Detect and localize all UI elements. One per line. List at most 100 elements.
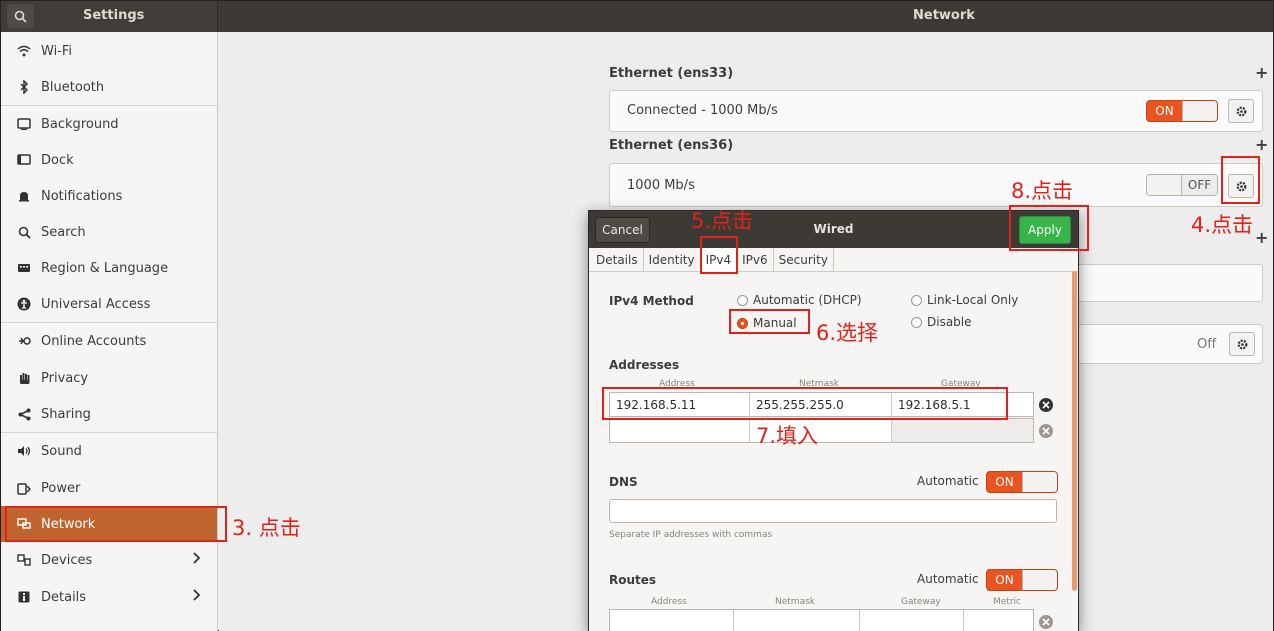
gear-icon [1237, 339, 1247, 349]
route-address-input[interactable] [610, 610, 734, 631]
gateway-input-empty[interactable] [892, 419, 1033, 442]
ens33-toggle[interactable]: ON [1146, 100, 1218, 122]
method-disable-radio[interactable]: Disable [911, 315, 972, 329]
close-icon [1042, 618, 1050, 626]
sidebar-item-sharing[interactable]: Sharing [1, 396, 217, 432]
tab-ipv6[interactable]: IPv6 [737, 248, 774, 272]
ipv4-method-label: IPv4 Method [609, 294, 694, 308]
bluetooth-icon [15, 79, 33, 95]
annotation-step-8: 8.点击 [1011, 179, 1074, 203]
sidebar-item-label: Power [41, 480, 81, 496]
dns-hint: Separate IP addresses with commas [609, 530, 773, 540]
route-metric-input[interactable] [964, 610, 1033, 631]
radio-label: Link-Local Only [927, 293, 1019, 307]
dialog-scrollbar[interactable] [1072, 271, 1077, 591]
sidebar-item-wifi[interactable]: Wi-Fi [1, 33, 217, 69]
remove-route-button[interactable] [1039, 615, 1053, 629]
sidebar-item-label: Details [41, 589, 87, 605]
proxy-settings-button[interactable] [1229, 332, 1255, 356]
switch-on-label: ON [1155, 104, 1174, 118]
ens33-settings-button[interactable] [1228, 99, 1254, 123]
sidebar-item-label: Devices [41, 552, 93, 568]
ethernet-ens36-title: Ethernet (ens36) [609, 138, 734, 153]
annotation-box-ipv4 [700, 236, 738, 274]
add-connection-ens33-button[interactable]: + [1255, 63, 1268, 82]
ens36-toggle[interactable]: OFF [1146, 174, 1218, 196]
info-icon [15, 589, 33, 605]
sidebar-item-details[interactable]: Details [1, 579, 217, 615]
ethernet-ens33-title: Ethernet (ens33) [609, 66, 734, 81]
share-icon [15, 406, 33, 422]
tab-security[interactable]: Security [774, 248, 834, 272]
routes-label: Routes [609, 573, 657, 587]
devices-icon [15, 552, 33, 568]
sidebar-item-search[interactable]: Search [1, 214, 217, 250]
sidebar-item-label: Universal Access [41, 296, 151, 312]
wired-dialog: Cancel Wired Apply Details Identity IPv4… [588, 210, 1079, 631]
sidebar-item-dock[interactable]: Dock [1, 142, 217, 178]
wifi-icon [15, 43, 33, 59]
close-icon [1042, 427, 1050, 435]
annotation-step-3: 3. 点击 [232, 516, 301, 540]
route-gateway-input[interactable] [860, 610, 964, 631]
search-button[interactable] [7, 4, 34, 28]
radio-dot [737, 294, 748, 306]
sidebar-item-label: Sound [41, 443, 82, 459]
switch-knob [1181, 101, 1217, 121]
dns-input[interactable] [609, 499, 1057, 523]
sidebar-item-power[interactable]: Power [1, 470, 217, 506]
sidebar-item-devices[interactable]: Devices [1, 542, 217, 578]
accessibility-icon [15, 296, 33, 312]
add-vpn-button[interactable]: + [1255, 228, 1268, 247]
sidebar-item-background[interactable]: Background [1, 106, 217, 142]
gear-icon [1236, 106, 1246, 116]
ens36-connection-row: 1000 Mb/s OFF [609, 163, 1263, 207]
sidebar-item-universal-access[interactable]: Universal Access [1, 286, 217, 322]
method-link-local-radio[interactable]: Link-Local Only [911, 293, 1018, 307]
sidebar-item-label: Background [41, 116, 119, 132]
sidebar-item-sound[interactable]: Sound [1, 433, 217, 469]
route-metric-column-header: Metric [993, 597, 1021, 607]
chevron-right-icon [193, 552, 201, 568]
switch-on-label: ON [995, 573, 1014, 587]
search-icon [14, 10, 27, 23]
dock-icon [15, 152, 33, 168]
remove-empty-address-button[interactable] [1039, 424, 1053, 438]
dns-label: DNS [609, 475, 638, 489]
dialog-header: Cancel Wired Apply [589, 211, 1078, 248]
vpn-row [1079, 264, 1263, 302]
settings-title: Settings [83, 8, 145, 23]
background-icon [15, 116, 33, 132]
sidebar-item-online-accounts[interactable]: Online Accounts [1, 323, 217, 359]
annotation-step-4: 4.点击 [1191, 213, 1254, 237]
radio-dot [911, 316, 922, 328]
method-automatic-radio[interactable]: Automatic (DHCP) [737, 293, 862, 307]
route-netmask-column-header: Netmask [775, 597, 815, 607]
remove-address-button[interactable] [1039, 398, 1053, 412]
dialog-tabs: Details Identity IPv4 IPv6 Security [589, 248, 1078, 272]
address-input-empty[interactable] [610, 419, 750, 442]
network-title: Network [913, 8, 975, 23]
route-address-column-header: Address [651, 597, 687, 607]
sidebar-item-label: Bluetooth [41, 79, 105, 95]
sidebar-item-label: Sharing [41, 406, 91, 422]
sidebar-item-privacy[interactable]: Privacy [1, 360, 217, 396]
route-netmask-input[interactable] [734, 610, 860, 631]
switch-knob [1147, 175, 1183, 195]
sidebar-item-label: Region & Language [41, 260, 169, 276]
sidebar-item-notifications[interactable]: Notifications [1, 178, 217, 214]
annotation-step-7: 7.填入 [756, 424, 819, 448]
tab-identity[interactable]: Identity [644, 248, 701, 272]
sidebar-item-label: Online Accounts [41, 333, 147, 349]
sidebar-item-region-language[interactable]: Region & Language [1, 250, 217, 286]
routes-automatic-toggle[interactable]: ON [986, 569, 1058, 591]
annotation-box-network [5, 506, 227, 542]
tab-details[interactable]: Details [591, 248, 644, 272]
add-connection-ens36-button[interactable]: + [1255, 135, 1268, 154]
annotation-step-6: 6.选择 [816, 321, 879, 345]
hand-icon [15, 370, 33, 386]
radio-label: Disable [927, 315, 972, 329]
dns-automatic-toggle[interactable]: ON [986, 471, 1058, 493]
sidebar-item-bluetooth[interactable]: Bluetooth [1, 69, 217, 105]
power-icon [15, 480, 33, 496]
